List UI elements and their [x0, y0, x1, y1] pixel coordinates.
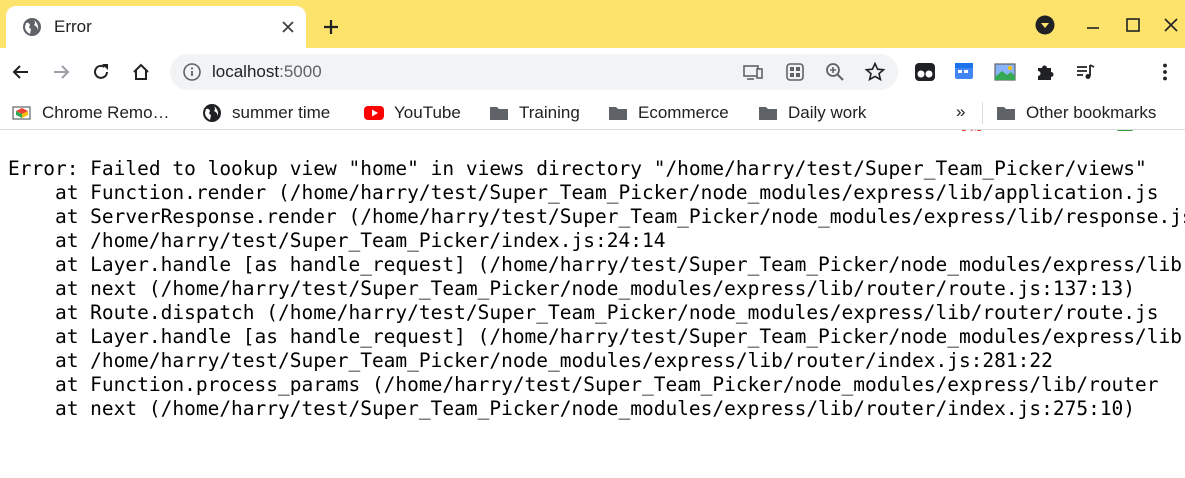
media-controls-icon[interactable] — [1072, 58, 1098, 86]
bookmark-folder-training[interactable]: Training — [489, 101, 580, 125]
bookmark-summer-time[interactable]: summer time — [202, 101, 330, 125]
stack-frame: at Function.render (/home/harry/test/Sup… — [8, 181, 1159, 204]
reload-icon — [94, 64, 108, 79]
tab-close-icon[interactable] — [278, 17, 298, 37]
bookmark-chrome-remote[interactable]: Chrome Remo… — [12, 101, 170, 125]
stack-frame: at /home/harry/test/Super_Team_Picker/no… — [8, 349, 1053, 372]
bookmark-folder-daily-work[interactable]: Daily work — [758, 101, 866, 125]
stack-frame: at Layer.handle [as handle_request] (/ho… — [8, 253, 1182, 276]
bookmark-folder-ecommerce[interactable]: Ecommerce — [608, 101, 729, 125]
cast-icon[interactable] — [742, 61, 764, 83]
tab-title: Error — [54, 17, 92, 36]
browser-toolbar: localhost:5000 — [0, 48, 1185, 135]
menu-kebab-icon[interactable] — [1152, 58, 1178, 86]
folder-icon — [489, 103, 509, 123]
bookmarks-overflow-button[interactable]: » — [956, 102, 965, 122]
bookmark-label: Other bookmarks — [1026, 103, 1157, 122]
bookmark-label: Ecommerce — [638, 103, 729, 122]
bookmark-label: summer time — [232, 103, 331, 122]
chrome-remote-icon — [12, 103, 32, 123]
back-button[interactable] — [6, 57, 36, 87]
folder-icon — [996, 103, 1016, 123]
home-button[interactable] — [126, 57, 156, 87]
bookmarks-bar: Chrome Remo… summer time YouTube Trainin… — [0, 96, 1185, 130]
globe-icon — [202, 103, 222, 123]
minimize-icon — [1087, 27, 1099, 29]
tampermonkey-extension-icon[interactable] — [912, 58, 938, 86]
bookmarks-separator — [982, 102, 983, 124]
bookmark-label: Chrome Remo… — [42, 103, 170, 122]
globe-icon — [22, 17, 42, 37]
stack-frame: at Function.process_params (/home/harry/… — [8, 373, 1159, 396]
stack-frame: at next (/home/harry/test/Super_Team_Pic… — [8, 397, 1136, 420]
arrow-left-icon — [12, 65, 28, 79]
maximize-icon — [1126, 18, 1140, 32]
bookmark-folder-other[interactable]: Other bookmarks — [996, 101, 1156, 125]
zoom-icon[interactable] — [824, 61, 846, 83]
chevron-down-circle-icon — [1035, 15, 1055, 35]
plus-icon — [324, 20, 338, 34]
close-icon — [1164, 18, 1178, 32]
reload-button[interactable] — [86, 57, 116, 87]
youtube-icon — [364, 103, 384, 123]
bookmark-youtube[interactable]: YouTube — [364, 101, 461, 125]
stack-frame: at next (/home/harry/test/Super_Team_Pic… — [8, 277, 1136, 300]
address-bar[interactable]: localhost:5000 — [170, 54, 898, 90]
tab-strip: Error — [0, 0, 1185, 48]
error-stack-trace: Error: Failed to lookup view "home" in v… — [8, 157, 1185, 421]
error-message: Error: Failed to lookup view "home" in v… — [8, 157, 1147, 180]
stack-frame: at /home/harry/test/Super_Team_Picker/in… — [8, 229, 666, 252]
bookmark-label: Training — [519, 103, 580, 122]
page-content: Error: Failed to lookup view "home" in v… — [0, 131, 1185, 478]
bookmark-star-icon[interactable] — [864, 61, 886, 83]
folder-icon — [758, 103, 778, 123]
extensions-puzzle-icon[interactable] — [1032, 58, 1058, 86]
bookmark-label: YouTube — [394, 103, 461, 122]
stack-frame: at Layer.handle [as handle_request] (/ho… — [8, 325, 1182, 348]
stack-frame: at ServerResponse.render (/home/harry/te… — [8, 205, 1185, 228]
active-tab[interactable]: Error — [6, 6, 306, 48]
info-icon[interactable] — [182, 62, 202, 82]
folder-icon — [608, 103, 628, 123]
new-tab-button[interactable] — [316, 12, 346, 42]
profile-menu-button[interactable] — [1030, 10, 1060, 40]
minimize-button[interactable] — [1078, 10, 1108, 40]
qr-code-icon[interactable] — [784, 61, 806, 83]
stack-frame: at Route.dispatch (/home/harry/test/Supe… — [8, 301, 1159, 324]
url-host: localhost — [212, 62, 280, 81]
url-text[interactable]: localhost:5000 — [212, 62, 322, 82]
home-icon — [133, 63, 149, 80]
window-close-button[interactable] — [1156, 10, 1185, 40]
maximize-button[interactable] — [1118, 10, 1148, 40]
url-port: :5000 — [279, 62, 322, 81]
image-extension-icon[interactable] — [992, 58, 1018, 86]
bookmark-label: Daily work — [788, 103, 867, 122]
forward-button[interactable] — [46, 57, 76, 87]
arrow-right-icon — [54, 65, 70, 79]
calendar-extension-icon[interactable] — [952, 58, 978, 86]
